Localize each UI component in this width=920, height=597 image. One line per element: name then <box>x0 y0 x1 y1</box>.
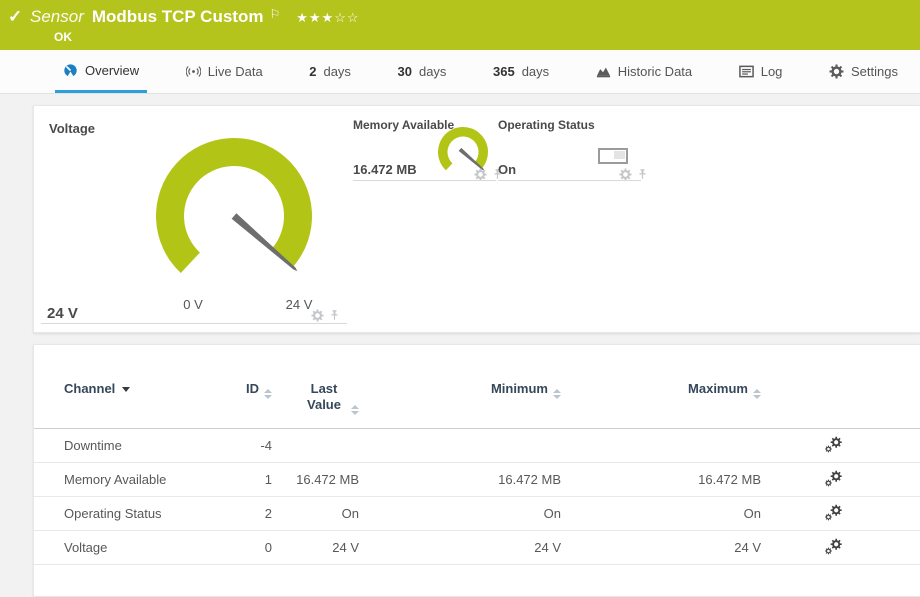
tab-bar: Overview Live Data 2 days 30 days 365 <box>0 50 920 94</box>
tab-label: Live Data <box>208 64 263 79</box>
column-header-maximum[interactable]: Maximum <box>566 381 766 399</box>
channels-panel: Channel ID Last Value Minimum Maximum Do… <box>33 344 920 597</box>
status-check-icon: ✓ <box>8 7 22 27</box>
voltage-title: Voltage <box>49 121 95 136</box>
sensor-header: ✓ Sensor Modbus TCP Custom ⚐ ★★★☆☆ OK <box>0 0 920 50</box>
memory-value: 16.472 MB <box>353 162 417 177</box>
sort-icon <box>753 389 761 399</box>
sort-icon <box>351 405 359 415</box>
cell-minimum: 24 V <box>366 540 566 555</box>
broadcast-icon <box>186 64 201 79</box>
cell-channel[interactable]: Voltage <box>64 540 234 555</box>
tab-number: 365 <box>493 64 515 79</box>
column-label: Minimum <box>491 381 548 396</box>
tab-settings[interactable]: Settings <box>821 50 906 93</box>
tab-2-days[interactable]: 2 days <box>301 50 359 93</box>
pin-icon[interactable] <box>328 309 341 322</box>
tab-overview[interactable]: Overview <box>55 50 147 93</box>
tab-historic-data[interactable]: Historic Data <box>588 50 700 93</box>
tab-label: Log <box>761 64 783 79</box>
tab-number: 30 <box>398 64 412 79</box>
tab-live-data[interactable]: Live Data <box>178 50 271 93</box>
gear-icon <box>829 64 844 79</box>
memory-gauge-block: Memory Available 16.472 MB <box>351 113 496 203</box>
tab-365-days[interactable]: 365 days <box>485 50 557 93</box>
divider <box>41 323 347 324</box>
table-row: Operating Status 2 On On On <box>34 497 920 531</box>
gauge-min-label: 0 V <box>171 297 215 312</box>
chart-icon <box>596 64 611 79</box>
sort-icon <box>264 389 272 399</box>
gear-icon[interactable] <box>311 309 324 322</box>
column-label: Channel <box>64 381 115 396</box>
cell-id: 2 <box>234 506 274 521</box>
operating-status-value: On <box>498 162 516 177</box>
flag-icon[interactable]: ⚐ <box>269 7 280 21</box>
tab-label: days <box>323 64 350 79</box>
column-label: Last Value <box>302 381 346 413</box>
operating-status-toggle <box>598 148 628 164</box>
tab-label: Historic Data <box>618 64 692 79</box>
sort-icon <box>553 389 561 399</box>
tab-label: days <box>419 64 446 79</box>
column-header-channel[interactable]: Channel <box>64 381 234 396</box>
cell-id: 0 <box>234 540 274 555</box>
channel-settings-icon[interactable] <box>823 435 843 454</box>
cell-maximum: On <box>566 506 766 521</box>
divider <box>353 180 496 181</box>
sensor-kind-label: Sensor <box>30 7 84 27</box>
column-header-id[interactable]: ID <box>234 381 274 399</box>
cell-minimum: On <box>366 506 566 521</box>
stars-filled: ★★★ <box>296 10 334 25</box>
cell-last-value: On <box>274 506 366 521</box>
cell-channel[interactable]: Downtime <box>64 438 234 453</box>
voltage-gauge <box>149 131 319 301</box>
sort-desc-icon <box>122 387 130 392</box>
priority-rating[interactable]: ★★★☆☆ <box>296 10 359 26</box>
column-header-minimum[interactable]: Minimum <box>366 381 566 399</box>
column-header-last-value[interactable]: Last Value <box>274 381 366 415</box>
tab-label: Overview <box>85 63 139 78</box>
tab-label: Settings <box>851 64 898 79</box>
voltage-gauge-block: Voltage 0 V 24 V 24 V <box>39 113 349 327</box>
operating-status-block: Operating Status On <box>496 113 656 203</box>
stars-empty: ☆☆ <box>334 10 359 25</box>
tab-30-days[interactable]: 30 days <box>390 50 455 93</box>
table-row: Downtime -4 <box>34 429 920 463</box>
operating-status-title: Operating Status <box>498 118 595 132</box>
cell-minimum: 16.472 MB <box>366 472 566 487</box>
toggle-knob <box>614 151 625 159</box>
cell-channel[interactable]: Operating Status <box>64 506 234 521</box>
prtg-sensor-page: ✓ Sensor Modbus TCP Custom ⚐ ★★★☆☆ OK Ov… <box>0 0 920 597</box>
cell-channel[interactable]: Memory Available <box>64 472 234 487</box>
column-label: Maximum <box>688 381 748 396</box>
cell-id: 1 <box>234 472 274 487</box>
gauges-panel: Voltage 0 V 24 V 24 V Memory Available 1… <box>33 105 920 333</box>
channel-settings-icon[interactable] <box>823 537 843 556</box>
gauge-icon <box>63 63 78 78</box>
divider <box>498 180 641 181</box>
sensor-title-block: Sensor Modbus TCP Custom ⚐ ★★★☆☆ OK <box>0 0 920 44</box>
tab-label: days <box>522 64 549 79</box>
channel-settings-icon[interactable] <box>823 503 843 522</box>
tab-log[interactable]: Log <box>731 50 791 93</box>
tab-number: 2 <box>309 64 316 79</box>
log-icon <box>739 64 754 79</box>
table-header: Channel ID Last Value Minimum Maximum <box>34 345 920 429</box>
page-title: Modbus TCP Custom <box>92 7 264 27</box>
cell-maximum: 16.472 MB <box>566 472 766 487</box>
status-badge: OK <box>54 30 920 44</box>
channel-settings-icon[interactable] <box>823 469 843 488</box>
cell-maximum: 24 V <box>566 540 766 555</box>
cell-id: -4 <box>234 438 274 453</box>
table-row: Memory Available 1 16.472 MB 16.472 MB 1… <box>34 463 920 497</box>
cell-last-value: 24 V <box>274 540 366 555</box>
table-row: Voltage 0 24 V 24 V 24 V <box>34 531 920 565</box>
column-label: ID <box>246 381 259 396</box>
voltage-value: 24 V <box>47 305 78 322</box>
cell-last-value: 16.472 MB <box>274 472 366 487</box>
